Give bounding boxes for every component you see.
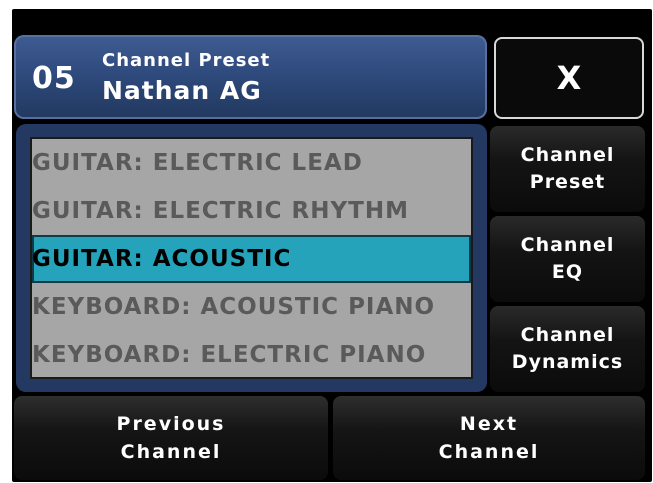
button-label-line1: Channel [520,144,615,166]
button-label-line1: Previous [116,413,226,435]
button-label-line2: Channel [120,441,222,463]
button-label-line1: Next [459,413,519,435]
list-item[interactable]: KEYBOARD: ELECTRIC PIANO [32,331,471,377]
list-item-selected[interactable]: GUITAR: ACOUSTIC [32,235,471,283]
channel-eq-button[interactable]: Channel EQ [490,216,645,302]
list-item[interactable]: GUITAR: ELECTRIC LEAD [32,139,471,187]
channel-number: 05 [32,61,76,96]
list-item[interactable]: KEYBOARD: ACOUSTIC PIANO [32,283,471,331]
channel-dynamics-button[interactable]: Channel Dynamics [490,306,645,392]
channel-name: Nathan AG [102,76,262,105]
button-label-line2: Dynamics [511,351,624,373]
button-label-line2: EQ [551,261,584,283]
button-label-line2: Preset [529,171,606,193]
button-label-line2: Channel [438,441,540,463]
button-label-line1: Channel [520,234,615,256]
next-channel-button[interactable]: Next Channel [333,396,645,480]
list-item[interactable]: GUITAR: ELECTRIC RHYTHM [32,187,471,235]
preset-list[interactable]: GUITAR: ELECTRIC LEAD GUITAR: ELECTRIC R… [30,137,473,379]
button-label-line1: Channel [520,324,615,346]
channel-preset-button[interactable]: Channel Preset [490,126,645,212]
close-button[interactable]: X [494,37,644,119]
previous-channel-button[interactable]: Previous Channel [14,396,328,480]
header-subtitle: Channel Preset [102,50,271,71]
channel-header: 05 Channel Preset Nathan AG [14,35,487,119]
